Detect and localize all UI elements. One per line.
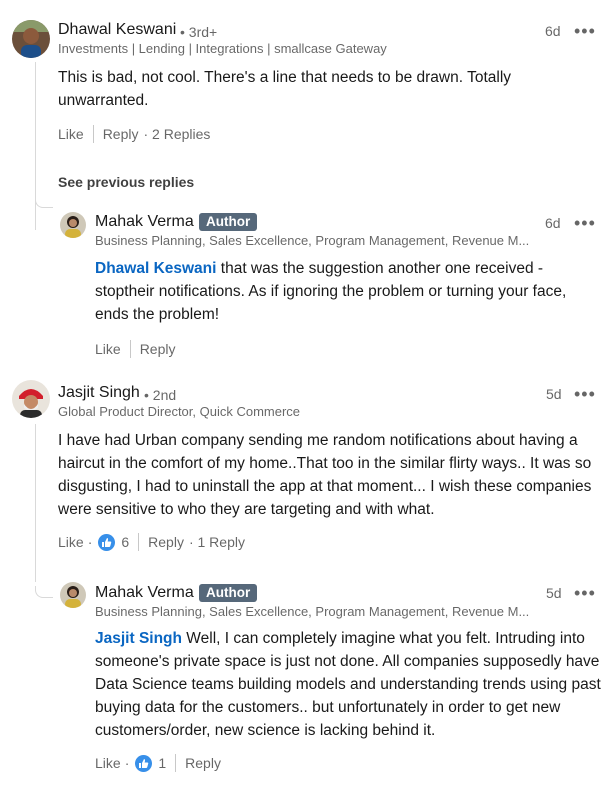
like-button[interactable]: Like (58, 534, 84, 550)
comment-author-name[interactable]: Jasjit Singh (58, 384, 140, 402)
reply-timestamp: 6d (545, 215, 561, 231)
replies-count-link[interactable]: · 1 Reply (189, 534, 245, 550)
divider (175, 754, 177, 772)
reply-button[interactable]: Reply (140, 341, 176, 357)
comment-timestamp: 5d (546, 386, 562, 402)
author-headline: Global Product Director, Quick Commerce (58, 404, 301, 419)
reply-actions: Like · 1 Reply (95, 754, 221, 772)
like-button[interactable]: Like (95, 755, 121, 771)
thread-line (35, 424, 36, 582)
comment-text: I have had Urban company sending me rand… (58, 432, 592, 518)
like-button[interactable]: Like (58, 126, 84, 142)
avatar[interactable] (12, 20, 50, 58)
author-headline: Business Planning, Sales Excellence, Pro… (95, 604, 530, 619)
comment-timestamp: 6d (545, 23, 561, 39)
more-options-icon[interactable]: ••• (574, 385, 596, 403)
reaction-count[interactable]: 1 (158, 755, 166, 771)
author-headline: Investments | Lending | Integrations | s… (58, 41, 387, 56)
reply-connector (35, 196, 53, 208)
author-badge: Author (199, 584, 258, 602)
thumbs-up-reaction-icon[interactable] (135, 754, 153, 772)
comment-actions: Like · 6 Reply · 1 Reply (58, 533, 245, 551)
avatar[interactable] (60, 212, 86, 238)
separator-dot: · (87, 534, 93, 550)
reaction-count[interactable]: 6 (121, 534, 129, 550)
separator-dot: · (124, 755, 130, 771)
reply-text: Jasjit Singh Well, I can completely imag… (95, 627, 601, 742)
author-headline: Business Planning, Sales Excellence, Pro… (95, 233, 530, 248)
reply-author-name[interactable]: Mahak Verma (95, 213, 194, 231)
more-options-icon[interactable]: ••• (574, 584, 596, 602)
connection-degree: • 2nd (144, 387, 177, 403)
comment-text: This is bad, not cool. There's a line th… (58, 69, 512, 109)
reply-button[interactable]: Reply (148, 534, 184, 550)
divider (92, 125, 94, 143)
see-previous-replies-button[interactable]: See previous replies (58, 174, 194, 190)
reply-author-name[interactable]: Mahak Verma (95, 584, 194, 602)
reply-actions: Like Reply (95, 340, 175, 358)
connection-degree: • 3rd+ (180, 24, 218, 40)
divider (129, 340, 131, 358)
avatar[interactable] (60, 582, 86, 608)
mention-link[interactable]: Jasjit Singh (95, 630, 182, 647)
replies-count-link[interactable]: · 2 Replies (143, 126, 210, 142)
mention-link[interactable]: Dhawal Keswani (95, 260, 216, 277)
reply-button[interactable]: Reply (185, 755, 221, 771)
more-options-icon[interactable]: ••• (574, 214, 596, 232)
reply-timestamp: 5d (546, 585, 562, 601)
avatar[interactable] (12, 380, 50, 418)
reply-connector (35, 586, 53, 598)
divider (138, 533, 140, 551)
author-badge: Author (199, 213, 258, 231)
reply-text: Dhawal Keswani that was the suggestion a… (95, 257, 595, 326)
more-options-icon[interactable]: ••• (574, 22, 596, 40)
thumbs-up-reaction-icon[interactable] (98, 533, 116, 551)
reply-button[interactable]: Reply (103, 126, 139, 142)
like-button[interactable]: Like (95, 341, 121, 357)
comment-author-name[interactable]: Dhawal Keswani (58, 21, 176, 39)
comment-actions: Like Reply · 2 Replies (58, 125, 210, 143)
